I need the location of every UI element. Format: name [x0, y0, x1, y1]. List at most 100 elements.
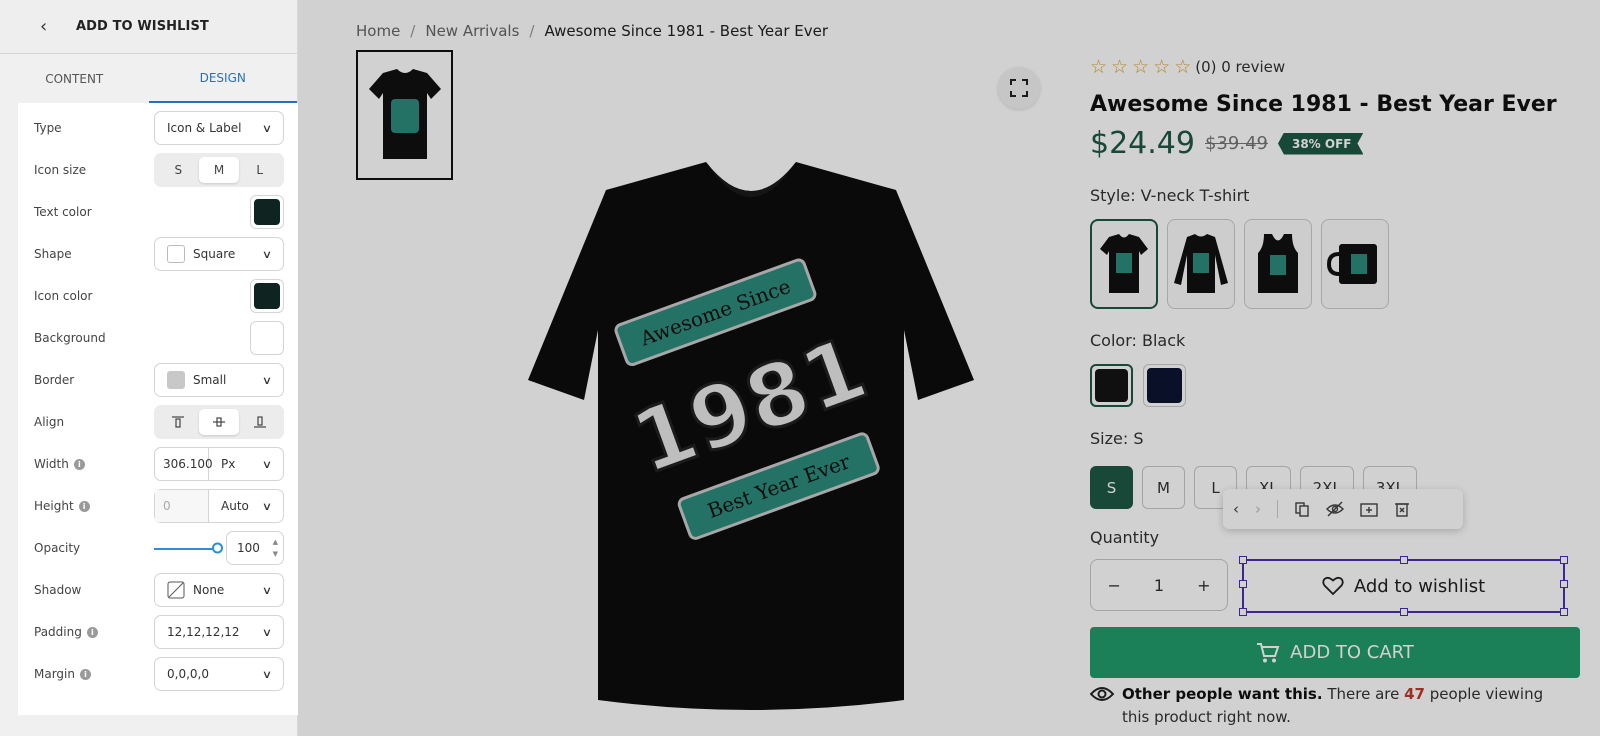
resize-handle[interactable] — [1239, 608, 1247, 616]
opacity-slider-handle[interactable] — [212, 542, 223, 554]
page-preview: Home / New Arrivals / Awesome Since 1981… — [298, 0, 1600, 736]
width-label: Width — [34, 457, 69, 471]
margin-label: Margin — [34, 667, 75, 681]
wishlist-label: Add to wishlist — [1353, 575, 1486, 597]
resize-handle[interactable] — [1560, 556, 1568, 564]
add-to-cart-button[interactable]: ADD TO CART — [1090, 627, 1580, 678]
info-icon[interactable]: i — [80, 668, 91, 680]
duplicate-icon[interactable] — [1294, 501, 1310, 517]
margin-select[interactable]: 0,0,0,0 ∨ — [154, 657, 284, 691]
style-option-mug[interactable] — [1321, 219, 1389, 309]
bottom-align-icon[interactable] — [239, 409, 280, 435]
resize-handle[interactable] — [1239, 580, 1247, 588]
top-align-icon[interactable] — [158, 409, 199, 435]
resize-handle[interactable] — [1560, 608, 1568, 616]
minus-icon[interactable]: − — [1108, 576, 1121, 595]
chevron-down-icon: ∨ — [261, 583, 273, 597]
background-color-swatch[interactable] — [250, 321, 284, 355]
icon-size-m[interactable]: M — [198, 157, 240, 183]
sidebar-title: ADD TO WISHLIST — [76, 19, 209, 34]
breadcrumb-new-arrivals[interactable]: New Arrivals — [425, 22, 519, 40]
color-option-navy[interactable] — [1143, 364, 1186, 407]
shape-row: Shape Square ∨ — [18, 233, 298, 275]
info-icon[interactable]: i — [86, 626, 98, 638]
resize-handle[interactable] — [1239, 556, 1247, 564]
color-option-black[interactable] — [1090, 364, 1133, 407]
chevron-right-icon[interactable]: › — [1255, 500, 1261, 518]
tab-design[interactable]: DESIGN — [148, 54, 297, 103]
plus-icon[interactable]: + — [1197, 576, 1210, 595]
background-row: Background — [18, 317, 298, 359]
back-arrow-icon[interactable]: ‹ — [40, 16, 56, 37]
type-row: Type Icon & Label ∨ — [18, 107, 298, 149]
star-icon: ☆ — [1174, 56, 1192, 78]
margin-value: 0,0,0,0 — [167, 667, 209, 681]
rating-text[interactable]: (0) 0 review — [1195, 58, 1285, 76]
shadow-select[interactable]: None ∨ — [154, 573, 284, 607]
style-options — [1090, 219, 1389, 309]
square-shape-icon — [167, 245, 185, 263]
resize-handle[interactable] — [1400, 556, 1408, 564]
width-input[interactable]: 306.100 — [155, 448, 213, 480]
height-input[interactable]: 0 — [155, 490, 209, 522]
star-icon: ☆ — [1132, 56, 1150, 78]
icon-size-l[interactable]: L — [239, 157, 280, 183]
type-value: Icon & Label — [167, 121, 242, 135]
chevron-left-icon[interactable]: ‹ — [1233, 500, 1239, 518]
price: $24.49 — [1090, 126, 1195, 161]
hide-icon[interactable] — [1326, 501, 1344, 517]
add-to-wishlist-button[interactable]: Add to wishlist — [1239, 556, 1568, 616]
star-icon: ☆ — [1090, 56, 1108, 78]
add-section-icon[interactable] — [1360, 501, 1378, 517]
shape-select[interactable]: Square ∨ — [154, 237, 284, 271]
style-option-tank[interactable] — [1244, 219, 1312, 309]
breadcrumb-home[interactable]: Home — [356, 22, 400, 40]
opacity-row: Opacity 100 ▲ ▼ — [18, 527, 298, 569]
background-label: Background — [34, 331, 106, 345]
gallery-thumbnail[interactable] — [356, 50, 453, 180]
align-segmented — [154, 405, 284, 439]
type-select[interactable]: Icon & Label ∨ — [154, 111, 284, 145]
width-unit-select[interactable]: Px ∨ — [209, 457, 283, 471]
price-block: $24.49 $39.49 38% OFF — [1090, 126, 1363, 161]
sidebar-tabs: CONTENT DESIGN — [0, 54, 297, 103]
chevron-down-icon: ∨ — [261, 499, 273, 513]
product-image: Awesome Since 1981 Best Year Ever — [528, 162, 974, 710]
padding-label: Padding — [34, 625, 82, 639]
text-color-swatch[interactable] — [250, 195, 284, 229]
fullscreen-icon[interactable] — [998, 67, 1040, 109]
resize-handle[interactable] — [1400, 608, 1408, 616]
padding-select[interactable]: 12,12,12,12 ∨ — [154, 615, 284, 649]
viewers-notice: Other people want this. There are 47 peo… — [1090, 683, 1560, 729]
delete-icon[interactable] — [1394, 501, 1410, 517]
element-toolbar: ‹ › — [1223, 489, 1463, 529]
icon-color-swatch[interactable] — [250, 279, 284, 313]
quantity-value[interactable]: 1 — [1154, 576, 1164, 595]
size-option-s[interactable]: S — [1090, 466, 1133, 509]
width-row: Width i 306.100 Px ∨ — [18, 443, 298, 485]
center-align-icon[interactable] — [198, 409, 240, 435]
shadow-value: None — [193, 583, 225, 597]
border-row: Border Small ∨ — [18, 359, 298, 401]
style-option-vneck[interactable] — [1090, 219, 1158, 309]
info-icon[interactable]: i — [78, 500, 90, 512]
opacity-slider-track[interactable] — [154, 548, 220, 550]
breadcrumb-current: Awesome Since 1981 - Best Year Ever — [544, 22, 829, 40]
opacity-input[interactable]: 100 ▲ ▼ — [226, 531, 284, 565]
resize-handle[interactable] — [1560, 580, 1568, 588]
stepper-arrows-icon[interactable]: ▲ ▼ — [273, 536, 278, 560]
icon-size-s[interactable]: S — [158, 157, 199, 183]
rating: ☆ ☆ ☆ ☆ ☆ (0) 0 review — [1090, 56, 1285, 78]
eye-icon — [1090, 687, 1114, 701]
color-options — [1090, 364, 1186, 407]
tab-content[interactable]: CONTENT — [0, 54, 149, 103]
size-option-m[interactable]: M — [1142, 466, 1185, 509]
opacity-label: Opacity — [34, 541, 81, 555]
compare-price: $39.49 — [1204, 133, 1268, 154]
style-option-longsleeve[interactable] — [1167, 219, 1235, 309]
info-icon[interactable]: i — [73, 458, 85, 470]
border-select[interactable]: Small ∨ — [154, 363, 284, 397]
height-unit-select[interactable]: Auto ∨ — [209, 499, 283, 513]
design-panel: Type Icon & Label ∨ Icon size S M L Text… — [18, 103, 298, 715]
color-label: Color: Black — [1090, 331, 1186, 350]
